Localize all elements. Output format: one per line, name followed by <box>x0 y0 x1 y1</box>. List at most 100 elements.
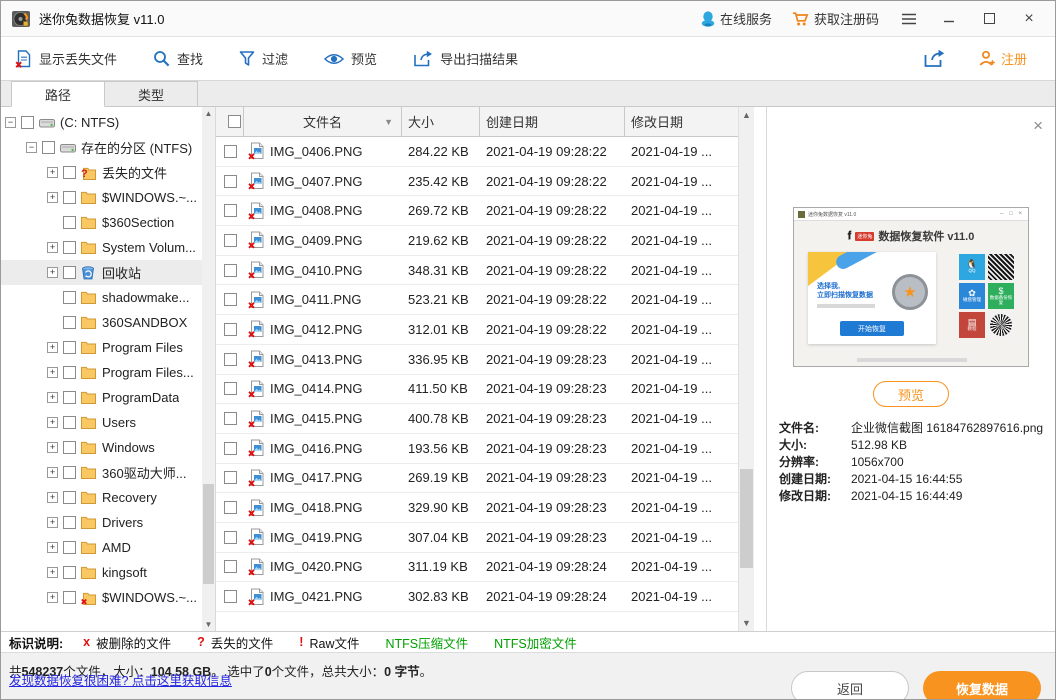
checkbox[interactable] <box>224 590 237 603</box>
scroll-down-icon[interactable]: ▼ <box>202 618 215 631</box>
tab-path[interactable]: 路径 <box>11 81 105 107</box>
checkbox[interactable] <box>63 466 76 479</box>
checkbox[interactable] <box>63 216 76 229</box>
table-row[interactable]: IMG_0420.PNG311.19 KB2021-04-19 09:28:24… <box>216 553 738 583</box>
back-button[interactable]: 返回 <box>791 671 909 700</box>
expand-icon[interactable]: + <box>47 392 58 403</box>
checkbox[interactable] <box>224 442 237 455</box>
column-header-0[interactable]: 文件名▼ <box>244 107 402 136</box>
minimize-button[interactable] <box>931 5 967 33</box>
expand-icon[interactable]: + <box>47 592 58 603</box>
collapse-icon[interactable]: − <box>5 117 16 128</box>
expand-icon[interactable]: + <box>47 517 58 528</box>
table-row[interactable]: IMG_0406.PNG284.22 KB2021-04-19 09:28:22… <box>216 137 738 167</box>
tree-item[interactable]: +Drivers <box>1 510 202 535</box>
expand-icon[interactable]: + <box>47 367 58 378</box>
column-header-2[interactable]: 创建日期 <box>480 107 625 136</box>
expand-icon[interactable]: + <box>47 492 58 503</box>
checkbox[interactable] <box>63 566 76 579</box>
help-link[interactable]: 发现数据恢复很困难? 点击这里获取信息 <box>9 670 232 689</box>
tab-type[interactable]: 类型 <box>104 81 198 106</box>
checkbox[interactable] <box>63 516 76 529</box>
checkbox[interactable] <box>224 412 237 425</box>
register-button[interactable]: 注册 <box>979 49 1027 68</box>
checkbox[interactable] <box>63 266 76 279</box>
checkbox[interactable] <box>63 491 76 504</box>
expand-icon[interactable]: + <box>47 467 58 478</box>
expand-icon[interactable]: + <box>47 242 58 253</box>
checkbox[interactable] <box>63 391 76 404</box>
tree-item[interactable]: +$WINDOWS.~... <box>1 185 202 210</box>
tree-item[interactable]: −(C: NTFS) <box>1 110 202 135</box>
checkbox[interactable] <box>63 416 76 429</box>
toolbar-item-eye[interactable]: 预览 <box>324 49 377 68</box>
checkbox[interactable] <box>224 501 237 514</box>
checkbox[interactable] <box>224 234 237 247</box>
checkbox[interactable] <box>224 382 237 395</box>
checkbox[interactable] <box>224 560 237 573</box>
table-row[interactable]: IMG_0415.PNG400.78 KB2021-04-19 09:28:23… <box>216 404 738 434</box>
checkbox[interactable] <box>63 541 76 554</box>
column-header-3[interactable]: 修改日期 <box>625 107 738 136</box>
tree-item[interactable]: +Program Files <box>1 335 202 360</box>
checkbox[interactable] <box>224 145 237 158</box>
online-service-button[interactable]: 在线服务 <box>693 5 780 32</box>
tree-item[interactable]: +Windows <box>1 435 202 460</box>
close-button[interactable]: × <box>1011 5 1047 33</box>
table-row[interactable]: IMG_0407.PNG235.42 KB2021-04-19 09:28:22… <box>216 167 738 197</box>
checkbox[interactable] <box>224 323 237 336</box>
table-row[interactable]: IMG_0411.PNG523.21 KB2021-04-19 09:28:22… <box>216 285 738 315</box>
table-scrollbar[interactable]: ▲ ▼ <box>738 107 754 631</box>
tree-item[interactable]: +System Volum... <box>1 235 202 260</box>
checkbox[interactable] <box>63 191 76 204</box>
checkbox[interactable] <box>63 241 76 254</box>
checkbox[interactable] <box>42 141 55 154</box>
tree-item[interactable]: +?丢失的文件 <box>1 160 202 185</box>
column-header-1[interactable]: 大小 <box>402 107 480 136</box>
checkbox[interactable] <box>63 291 76 304</box>
expand-icon[interactable]: + <box>47 567 58 578</box>
checkbox[interactable] <box>224 175 237 188</box>
tree-item[interactable]: +回收站 <box>1 260 202 285</box>
toolbar-item-filter[interactable]: 过滤 <box>239 49 288 68</box>
table-row[interactable]: IMG_0410.PNG348.31 KB2021-04-19 09:28:22… <box>216 256 738 286</box>
table-row[interactable]: IMG_0412.PNG312.01 KB2021-04-19 09:28:22… <box>216 315 738 345</box>
tree-item[interactable]: −存在的分区 (NTFS) <box>1 135 202 160</box>
checkbox[interactable] <box>63 166 76 179</box>
table-scrollbar-thumb[interactable] <box>740 469 753 569</box>
checkbox[interactable] <box>224 293 237 306</box>
expand-icon[interactable]: + <box>47 342 58 353</box>
tree-item[interactable]: +ProgramData <box>1 385 202 410</box>
tree-item[interactable]: +kingsoft <box>1 560 202 585</box>
table-row[interactable]: IMG_0416.PNG193.56 KB2021-04-19 09:28:23… <box>216 434 738 464</box>
table-row[interactable]: IMG_0417.PNG269.19 KB2021-04-19 09:28:23… <box>216 464 738 494</box>
expand-icon[interactable]: + <box>47 267 58 278</box>
share-icon[interactable] <box>923 49 945 68</box>
preview-button[interactable]: 预览 <box>873 381 949 407</box>
table-row[interactable]: IMG_0418.PNG329.90 KB2021-04-19 09:28:23… <box>216 493 738 523</box>
checkbox[interactable] <box>63 341 76 354</box>
checkbox[interactable] <box>224 531 237 544</box>
tree-item[interactable]: +Recovery <box>1 485 202 510</box>
tree-item[interactable]: shadowmake... <box>1 285 202 310</box>
tree-item[interactable]: $360Section <box>1 210 202 235</box>
tree-item[interactable]: +Users <box>1 410 202 435</box>
scroll-down-icon[interactable]: ▼ <box>739 615 754 631</box>
collapse-icon[interactable]: − <box>26 142 37 153</box>
table-row[interactable]: IMG_0408.PNG269.72 KB2021-04-19 09:28:22… <box>216 196 738 226</box>
table-row[interactable]: IMG_0414.PNG411.50 KB2021-04-19 09:28:23… <box>216 375 738 405</box>
select-all-checkbox[interactable] <box>228 115 241 128</box>
checkbox[interactable] <box>63 591 76 604</box>
table-row[interactable]: IMG_0409.PNG219.62 KB2021-04-19 09:28:22… <box>216 226 738 256</box>
checkbox[interactable] <box>224 264 237 277</box>
tree-item[interactable]: +360驱动大师... <box>1 460 202 485</box>
sort-arrow-icon[interactable]: ▼ <box>384 117 393 127</box>
table-row[interactable]: IMG_0421.PNG302.83 KB2021-04-19 09:28:24… <box>216 582 738 612</box>
tree-scrollbar[interactable]: ▲ ▼ <box>202 107 215 631</box>
expand-icon[interactable]: + <box>47 442 58 453</box>
checkbox[interactable] <box>63 366 76 379</box>
checkbox[interactable] <box>224 353 237 366</box>
checkbox[interactable] <box>21 116 34 129</box>
expand-icon[interactable]: + <box>47 417 58 428</box>
scroll-up-icon[interactable]: ▲ <box>739 107 754 123</box>
